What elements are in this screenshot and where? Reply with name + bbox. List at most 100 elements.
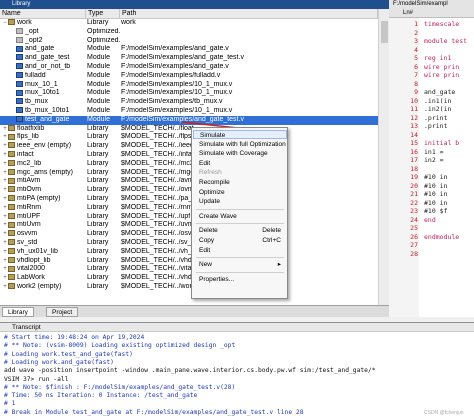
code-line: module test <box>424 37 468 45</box>
library-row[interactable]: + mtiAvm Library $MODEL_TECH/../avm <box>0 177 378 186</box>
menu-item-edit[interactable]: Edit <box>193 159 287 168</box>
library-row[interactable]: _opt2 Optimized... <box>0 37 378 46</box>
library-row[interactable]: + mtiUPF Library $MODEL_TECH/../upf <box>0 213 378 222</box>
module-icon <box>16 71 23 78</box>
row-name: − work <box>2 19 86 28</box>
line-number: 3 <box>414 37 418 45</box>
library-row[interactable]: + mc2_lib Library $MODEL_TECH/../mc2 <box>0 160 378 169</box>
row-name-text: mtiAvm <box>17 177 41 185</box>
menu-item-create-wave[interactable]: Create Wave <box>193 212 287 221</box>
library-row[interactable]: + mtiRnm Library $MODEL_TECH/../rnm <box>0 204 378 213</box>
library-icon <box>8 177 15 184</box>
library-row[interactable]: − work Library work <box>0 19 378 28</box>
row-name: + ieee_env (empty) <box>2 142 86 151</box>
library-row[interactable]: + mtiUvm Library $MODEL_TECH/../uvm <box>0 221 378 230</box>
transcript-line: # ** Note: $finish : F:/modelSim/example… <box>4 383 236 391</box>
row-path: F:/modelSim/examples/and_gate_test.v <box>121 54 244 62</box>
module-icon <box>16 98 23 105</box>
library-row[interactable]: + ieee_env (empty) Library $MODEL_TECH/../i… <box>0 142 378 151</box>
library-row[interactable]: + vhdlopt_lib Library $MODEL_TECH/../vhdl <box>0 257 378 266</box>
library-row[interactable]: + mtiPA (empty) Library $MODEL_TECH/../pa_l <box>0 195 378 204</box>
menu-item-simulate-with-full-optimization[interactable]: Simulate with full Optimization <box>193 140 287 149</box>
menu-item-label: Edit <box>199 159 211 167</box>
library-row[interactable]: + flps_lib Library $MODEL_TECH/../flps <box>0 133 378 142</box>
row-type: Library <box>87 256 109 264</box>
row-name-text: mgc_ams (empty) <box>17 168 74 176</box>
library-row[interactable]: + vh_ux01v_lib Library $MODEL_TECH/../vh_u <box>0 248 378 257</box>
library-row[interactable]: fulladd Module F:/modelSim/examples/fullad… <box>0 72 378 81</box>
library-row[interactable]: and_or_not_tb Module F:/modelSim/examples/… <box>0 63 378 72</box>
menu-item-recompile[interactable]: Recompile <box>193 178 287 187</box>
menu-item-edit[interactable]: Edit <box>193 246 287 255</box>
menu-item-copy[interactable]: Copy Ctrl+C <box>193 236 287 245</box>
library-row[interactable]: + work2 (empty) Library $MODEL_TECH/../work <box>0 283 378 292</box>
library-row[interactable]: and_gate_test Module F:/modelSim/examples/… <box>0 54 378 63</box>
library-scrollbar[interactable] <box>378 9 389 305</box>
menu-item-delete[interactable]: Delete Delete <box>193 226 287 235</box>
library-row[interactable]: + mtiOvm Library $MODEL_TECH/../ovm <box>0 186 378 195</box>
menu-separator <box>196 271 284 273</box>
column-path-header[interactable]: Path <box>120 9 378 19</box>
library-row[interactable]: tb_mux_10to1 Module F:/modelSim/examples/1… <box>0 107 378 116</box>
menu-item-properties[interactable]: Properties... <box>193 275 287 284</box>
library-row[interactable]: tb_mux Module F:/modelSim/examples/tb_mux.… <box>0 98 378 107</box>
row-type: Library <box>87 230 109 238</box>
menu-item-new[interactable]: New ▸ <box>193 260 287 269</box>
line-number: 13 <box>410 122 418 130</box>
row-name-text: work <box>17 19 32 26</box>
library-row[interactable]: + vital2000 Library $MODEL_TECH/../vital <box>0 265 378 274</box>
module-icon <box>16 89 23 96</box>
library-row[interactable]: + infact Library $MODEL_TECH/../infa <box>0 151 378 160</box>
transcript-line: # 1 <box>4 400 16 408</box>
row-type: Library <box>87 168 109 176</box>
tab-library[interactable]: Library <box>2 307 34 317</box>
library-row[interactable]: mux_10_1 Module F:/modelSim/examples/10_1_… <box>0 81 378 90</box>
library-row[interactable]: mux_10to1 Module F:/modelSim/examples/10_1… <box>0 89 378 98</box>
row-type: Module <box>87 107 110 114</box>
row-name: + infact <box>2 151 86 160</box>
row-type: Library <box>87 221 109 229</box>
menu-item-label: Simulate with full Optimization <box>199 140 286 148</box>
line-number: 18 <box>410 164 418 173</box>
module-icon <box>16 107 23 114</box>
row-name-text: work2 (empty) <box>17 283 62 290</box>
library-icon <box>8 230 15 237</box>
menu-item-simulate[interactable]: Simulate <box>193 130 287 139</box>
column-type-header[interactable]: Type <box>86 9 120 19</box>
library-row[interactable]: + sv_std Library $MODEL_TECH/../sv_s <box>0 239 378 248</box>
row-name: + floatfixlib <box>2 125 86 134</box>
library-row[interactable]: + LabWork Library $MODEL_TECH/../vhdl <box>0 274 378 283</box>
transcript-pane[interactable]: Transcript # Start time: 19:48:24 on Apr… <box>0 322 474 419</box>
column-name-header[interactable]: Name <box>0 9 86 19</box>
scrollbar-thumb[interactable] <box>381 21 388 43</box>
source-editor[interactable]: F:/modelSim/exampl Ln# 1 2 3 4 5 6 7 8 9 10 11 12 13… <box>389 0 474 317</box>
code-line: timescale <box>424 20 460 28</box>
line-number: 8 <box>414 79 418 88</box>
context-menu: Simulate Simulate with full Optimization S… <box>191 127 288 299</box>
row-name-text: mux_10_1 <box>25 80 58 88</box>
row-type: Library <box>87 133 109 141</box>
transcript-line: # Time: 50 ns Iteration: 0 Instance: /te… <box>4 392 198 400</box>
row-name: and_gate <box>10 45 86 54</box>
row-name: fulladd <box>10 72 86 81</box>
code-line: wire prin <box>424 62 460 71</box>
menu-item-simulate-with-coverage[interactable]: Simulate with Coverage <box>193 149 287 158</box>
library-icon <box>8 19 15 26</box>
row-name-text: mtiUPF <box>17 212 41 220</box>
library-row[interactable]: + osvvm Library $MODEL_TECH/../osvv <box>0 230 378 239</box>
library-row[interactable]: _opt Optimized... <box>0 28 378 37</box>
row-name-text: infact <box>17 151 34 158</box>
menu-item-label: Delete <box>199 227 218 235</box>
menu-item-refresh[interactable]: Refresh <box>193 168 287 177</box>
tab-project[interactable]: Project <box>46 307 79 317</box>
library-row[interactable]: + mgc_ams (empty) Library $MODEL_TECH/../mg… <box>0 169 378 178</box>
menu-item-update[interactable]: Update <box>193 197 287 206</box>
library-row[interactable]: and_gate Module F:/modelSim/examples/and_g… <box>0 45 378 54</box>
row-type: Library <box>87 274 109 282</box>
row-name: + mtiUvm <box>2 221 86 230</box>
menu-item-optimize[interactable]: Optimize <box>193 188 287 197</box>
row-type: Library <box>87 124 109 132</box>
row-name-text: and_or_not_tb <box>25 63 71 70</box>
row-type: Module <box>87 89 110 97</box>
menu-separator <box>196 257 284 259</box>
